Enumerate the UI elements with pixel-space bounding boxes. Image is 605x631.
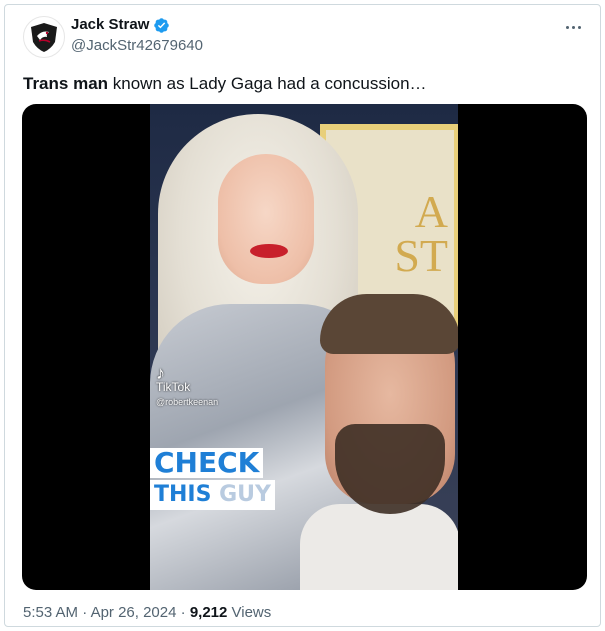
tiktok-watermark: ♪ TikTok @robertkeenan bbox=[156, 363, 219, 409]
tiktok-logo-icon: ♪ bbox=[156, 363, 165, 383]
background-poster-letters: A ST bbox=[394, 186, 448, 281]
verified-badge-icon bbox=[154, 17, 170, 33]
tweet-media-video[interactable]: A ST ♪ TikTok @robertkeenan CHECK THIS G… bbox=[22, 104, 587, 590]
video-frame[interactable]: A ST ♪ TikTok @robertkeenan CHECK THIS G… bbox=[150, 104, 458, 590]
tweet-date[interactable]: Apr 26, 2024 bbox=[91, 604, 177, 621]
caption-line-1: CHECK bbox=[150, 448, 264, 478]
tiktok-brand-label: TikTok bbox=[156, 380, 191, 394]
tweet-meta: 5:53 AM · Apr 26, 2024 · 9,212 Views bbox=[23, 603, 271, 623]
tweet-text-rest: known as Lady Gaga had a concussion… bbox=[108, 74, 427, 93]
author-name-row[interactable]: Jack Straw bbox=[71, 15, 170, 35]
caption-line-2-text: THIS bbox=[154, 482, 212, 507]
meta-separator: · bbox=[176, 604, 190, 621]
meta-separator: · bbox=[78, 604, 91, 621]
views-count: 9,212 bbox=[189, 604, 228, 621]
caption-line-2: THIS GUY bbox=[150, 480, 275, 510]
more-dot-icon bbox=[577, 25, 581, 29]
caption-line-2-faded: GUY bbox=[219, 482, 271, 507]
author-display-name[interactable]: Jack Straw bbox=[71, 15, 149, 35]
tweet-text: Trans man known as Lady Gaga had a concu… bbox=[23, 73, 427, 95]
tweet-card[interactable]: Jack Straw @JackStr42679640 Trans man kn… bbox=[4, 4, 601, 627]
tiktok-username: @robertkeenan bbox=[156, 397, 219, 407]
man-hair bbox=[320, 294, 458, 354]
more-dot-icon bbox=[565, 25, 569, 29]
more-options-button[interactable] bbox=[560, 17, 586, 37]
author-handle[interactable]: @JackStr42679640 bbox=[71, 36, 203, 56]
tweet-time[interactable]: 5:53 AM bbox=[23, 604, 78, 621]
woman-face bbox=[218, 154, 314, 284]
blackbird-on-shield-icon bbox=[31, 23, 57, 52]
views-label: Views bbox=[227, 604, 272, 621]
author-avatar[interactable] bbox=[23, 16, 65, 58]
tweet-text-bold: Trans man bbox=[23, 74, 109, 93]
man-shirt bbox=[300, 504, 458, 590]
video-caption: CHECK THIS GUY bbox=[150, 448, 275, 510]
woman-lips bbox=[250, 244, 288, 258]
more-dot-icon bbox=[571, 25, 575, 29]
